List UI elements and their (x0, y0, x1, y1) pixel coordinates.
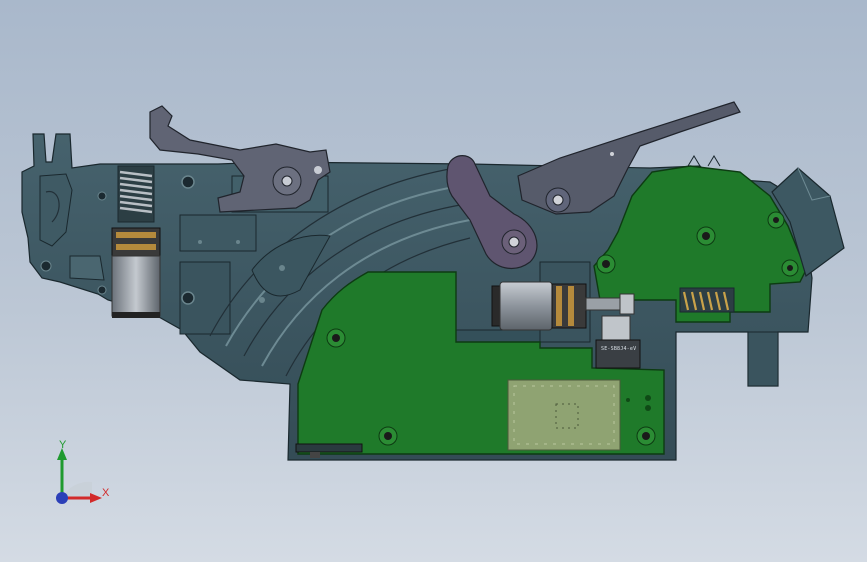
3d-viewport[interactable]: SE-SB8J4-eV Y X (0, 0, 867, 562)
coordinate-triad: Y X (44, 436, 124, 516)
triad-graphic (56, 448, 102, 504)
z-axis-dot (56, 492, 68, 504)
component-part-label: SE-SB8J4-eV (601, 346, 637, 352)
x-arrowhead (90, 493, 102, 503)
housing-ridge (687, 155, 721, 167)
left-spring (117, 165, 155, 223)
cad-model[interactable] (0, 0, 867, 562)
left-motor (111, 227, 161, 318)
x-axis-label: X (102, 487, 110, 499)
y-axis-label: Y (59, 439, 67, 451)
